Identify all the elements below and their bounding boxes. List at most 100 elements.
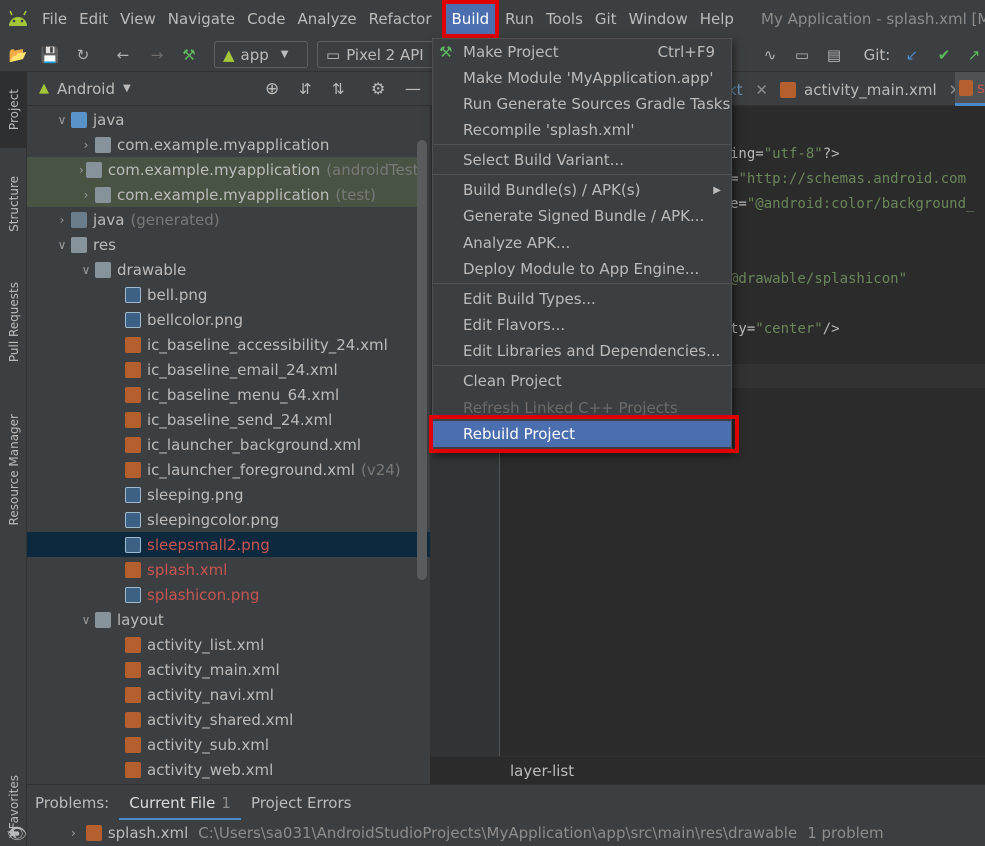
menu-git[interactable]: Git <box>589 0 623 38</box>
menu-item-run-generate-sources[interactable]: Run Generate Sources Gradle Tasks <box>433 91 731 117</box>
sync-icon[interactable]: ↻ <box>73 45 93 65</box>
tree-row-package[interactable]: › com.example.myapplication <box>27 132 417 157</box>
save-icon[interactable]: 💾 <box>40 45 60 65</box>
menu-file[interactable]: File <box>36 0 73 38</box>
menu-navigate[interactable]: Navigate <box>162 0 241 38</box>
menu-tools[interactable]: Tools <box>540 0 589 38</box>
run-config-dropdown[interactable]: ▲ app ▼ <box>214 41 308 68</box>
tree-row-res[interactable]: ∨ res <box>27 232 417 257</box>
chevron-right-icon[interactable]: › <box>79 163 84 177</box>
tree-row-file[interactable]: activity_navi.xml <box>27 682 417 707</box>
chevron-down-icon[interactable]: ∨ <box>55 238 69 252</box>
back-arrow-icon[interactable]: ← <box>113 45 133 65</box>
open-folder-icon[interactable]: 📂 <box>8 45 28 65</box>
tree-row-file[interactable]: activity_list.xml <box>27 632 417 657</box>
resource-manager-tool-tab[interactable]: Resource Manager <box>0 397 27 542</box>
chevron-down-icon[interactable]: ∨ <box>79 263 93 277</box>
menu-refactor[interactable]: Refactor <box>363 0 438 38</box>
tree-row-java[interactable]: ∨ java <box>27 107 417 132</box>
chevron-down-icon[interactable]: ∨ <box>79 613 93 627</box>
tree-row-file[interactable]: activity_main.xml <box>27 657 417 682</box>
expand-all-icon[interactable]: ⇵ <box>299 80 312 98</box>
menu-item-edit-build-types[interactable]: Edit Build Types... <box>433 286 731 312</box>
tree-row-file[interactable]: ic_launcher_background.xml <box>27 432 417 457</box>
tree-row-file[interactable]: ic_baseline_accessibility_24.xml <box>27 332 417 357</box>
menu-code[interactable]: Code <box>241 0 291 38</box>
locate-icon[interactable]: ⊕ <box>265 79 279 99</box>
pull-requests-tool-tab[interactable]: Pull Requests <box>0 267 27 377</box>
tree-row-file[interactable]: activity_web.xml <box>27 757 417 782</box>
menu-item-make-module[interactable]: Make Module 'MyApplication.app' <box>433 65 731 91</box>
structure-tool-tab[interactable]: Structure <box>0 164 27 244</box>
gear-icon[interactable]: ⚙ <box>371 79 385 98</box>
tree-row-drawable[interactable]: ∨ drawable <box>27 257 417 282</box>
git-commit-icon[interactable]: ✔ <box>934 45 954 65</box>
menu-item-analyze-apk[interactable]: Analyze APK... <box>433 230 731 256</box>
problems-file-row[interactable]: 👁 › splash.xml C:\Users\sa031\AndroidStu… <box>7 820 985 846</box>
chevron-right-icon[interactable]: › <box>55 213 69 227</box>
menu-analyze[interactable]: Analyze <box>291 0 362 38</box>
close-icon[interactable]: ✕ <box>755 81 768 99</box>
tree-row-file[interactable]: activity_shared.xml <box>27 707 417 732</box>
tab-current-file[interactable]: Current File 1 <box>119 785 241 821</box>
git-push-icon[interactable]: ↗ <box>964 45 984 65</box>
sdk-manager-icon[interactable]: ▤ <box>824 45 844 65</box>
tree-row-layout[interactable]: ∨ layout <box>27 607 417 632</box>
star-icon[interactable]: ★ <box>6 824 19 842</box>
menu-window[interactable]: Window <box>623 0 694 38</box>
chevron-down-icon[interactable]: ∨ <box>55 113 69 127</box>
menu-item-edit-libraries[interactable]: Edit Libraries and Dependencies... <box>433 338 731 364</box>
tree-row-file-selected[interactable]: sleepsmall2.png <box>27 532 430 557</box>
tree-row-package-androidtest[interactable]: › com.example.myapplication (androidTest… <box>27 157 424 182</box>
editor-tab-partial[interactable]: kt ✕ <box>728 81 768 99</box>
tree-row-java-generated[interactable]: › java (generated) <box>27 207 417 232</box>
tree-row-file[interactable]: bellcolor.png <box>27 307 417 332</box>
chevron-right-icon[interactable]: › <box>79 188 93 202</box>
tree-row-file[interactable]: sleeping.png <box>27 482 417 507</box>
collapse-all-icon[interactable]: ⇅ <box>332 80 345 98</box>
tree-scrollbar[interactable] <box>417 140 427 580</box>
menu-item-make-project[interactable]: ⚒ Make Project Ctrl+F9 <box>433 39 731 65</box>
menu-item-clean-project[interactable]: Clean Project <box>433 368 731 394</box>
editor-tab-splash[interactable]: s <box>955 72 985 106</box>
tree-row-package-test[interactable]: › com.example.myapplication (test) <box>27 182 417 207</box>
chevron-down-icon[interactable]: ▼ <box>123 83 131 94</box>
tree-row-file[interactable]: bell.png <box>27 282 417 307</box>
tree-row-file[interactable]: splash.xml <box>27 557 417 582</box>
project-view-selector[interactable]: Android <box>57 80 115 98</box>
tree-row-file[interactable]: ic_launcher_foreground.xml (v24) <box>27 457 417 482</box>
tab-project-errors[interactable]: Project Errors <box>241 785 361 821</box>
chevron-right-icon[interactable]: › <box>79 138 93 152</box>
menu-separator <box>433 174 731 175</box>
tree-row-file[interactable]: splashicon.png <box>27 582 417 607</box>
menu-item-rebuild-project[interactable]: Rebuild Project <box>433 421 731 447</box>
menu-edit[interactable]: Edit <box>73 0 114 38</box>
menu-item-build-bundles[interactable]: Build Bundle(s) / APK(s) ▶ <box>433 177 731 203</box>
menu-item-edit-flavors[interactable]: Edit Flavors... <box>433 312 731 338</box>
menu-item-deploy-module[interactable]: Deploy Module to App Engine... <box>433 256 731 282</box>
tree-row-file[interactable]: ic_baseline_email_24.xml <box>27 357 417 382</box>
profiler-icon[interactable]: ∿ <box>760 45 780 65</box>
menu-view[interactable]: View <box>114 0 162 38</box>
menu-help[interactable]: Help <box>694 0 740 38</box>
menu-item-generate-signed[interactable]: Generate Signed Bundle / APK... <box>433 203 731 229</box>
device-dropdown[interactable]: ▭ Pixel 2 API <box>317 41 437 68</box>
menu-build[interactable]: Build <box>441 0 500 38</box>
chevron-right-icon[interactable]: › <box>71 826 76 840</box>
tree-row-file[interactable]: ic_baseline_menu_64.xml <box>27 382 417 407</box>
tree-row-file[interactable]: activity_sub.xml <box>27 732 417 757</box>
git-update-icon[interactable]: ↙ <box>902 45 922 65</box>
tree-row-label: bell.png <box>147 285 208 304</box>
menu-item-recompile[interactable]: Recompile 'splash.xml' <box>433 117 731 143</box>
minimize-icon[interactable]: — <box>405 79 421 98</box>
tree-row-file[interactable]: sleepingcolor.png <box>27 507 417 532</box>
tree-row-file[interactable]: ic_baseline_send_24.xml <box>27 407 417 432</box>
forward-arrow-icon[interactable]: → <box>147 45 167 65</box>
breadcrumb-item[interactable]: layer-list <box>510 762 574 780</box>
menu-item-select-build-variant[interactable]: Select Build Variant... <box>433 147 731 173</box>
editor-tab-activity-main[interactable]: activity_main.xml ✕ <box>780 81 961 99</box>
device-manager-icon[interactable]: ▭ <box>792 45 812 65</box>
project-tool-tab[interactable]: Project <box>0 72 27 148</box>
menu-run[interactable]: Run <box>499 0 540 38</box>
hammer-build-icon[interactable]: ⚒ <box>179 45 199 65</box>
